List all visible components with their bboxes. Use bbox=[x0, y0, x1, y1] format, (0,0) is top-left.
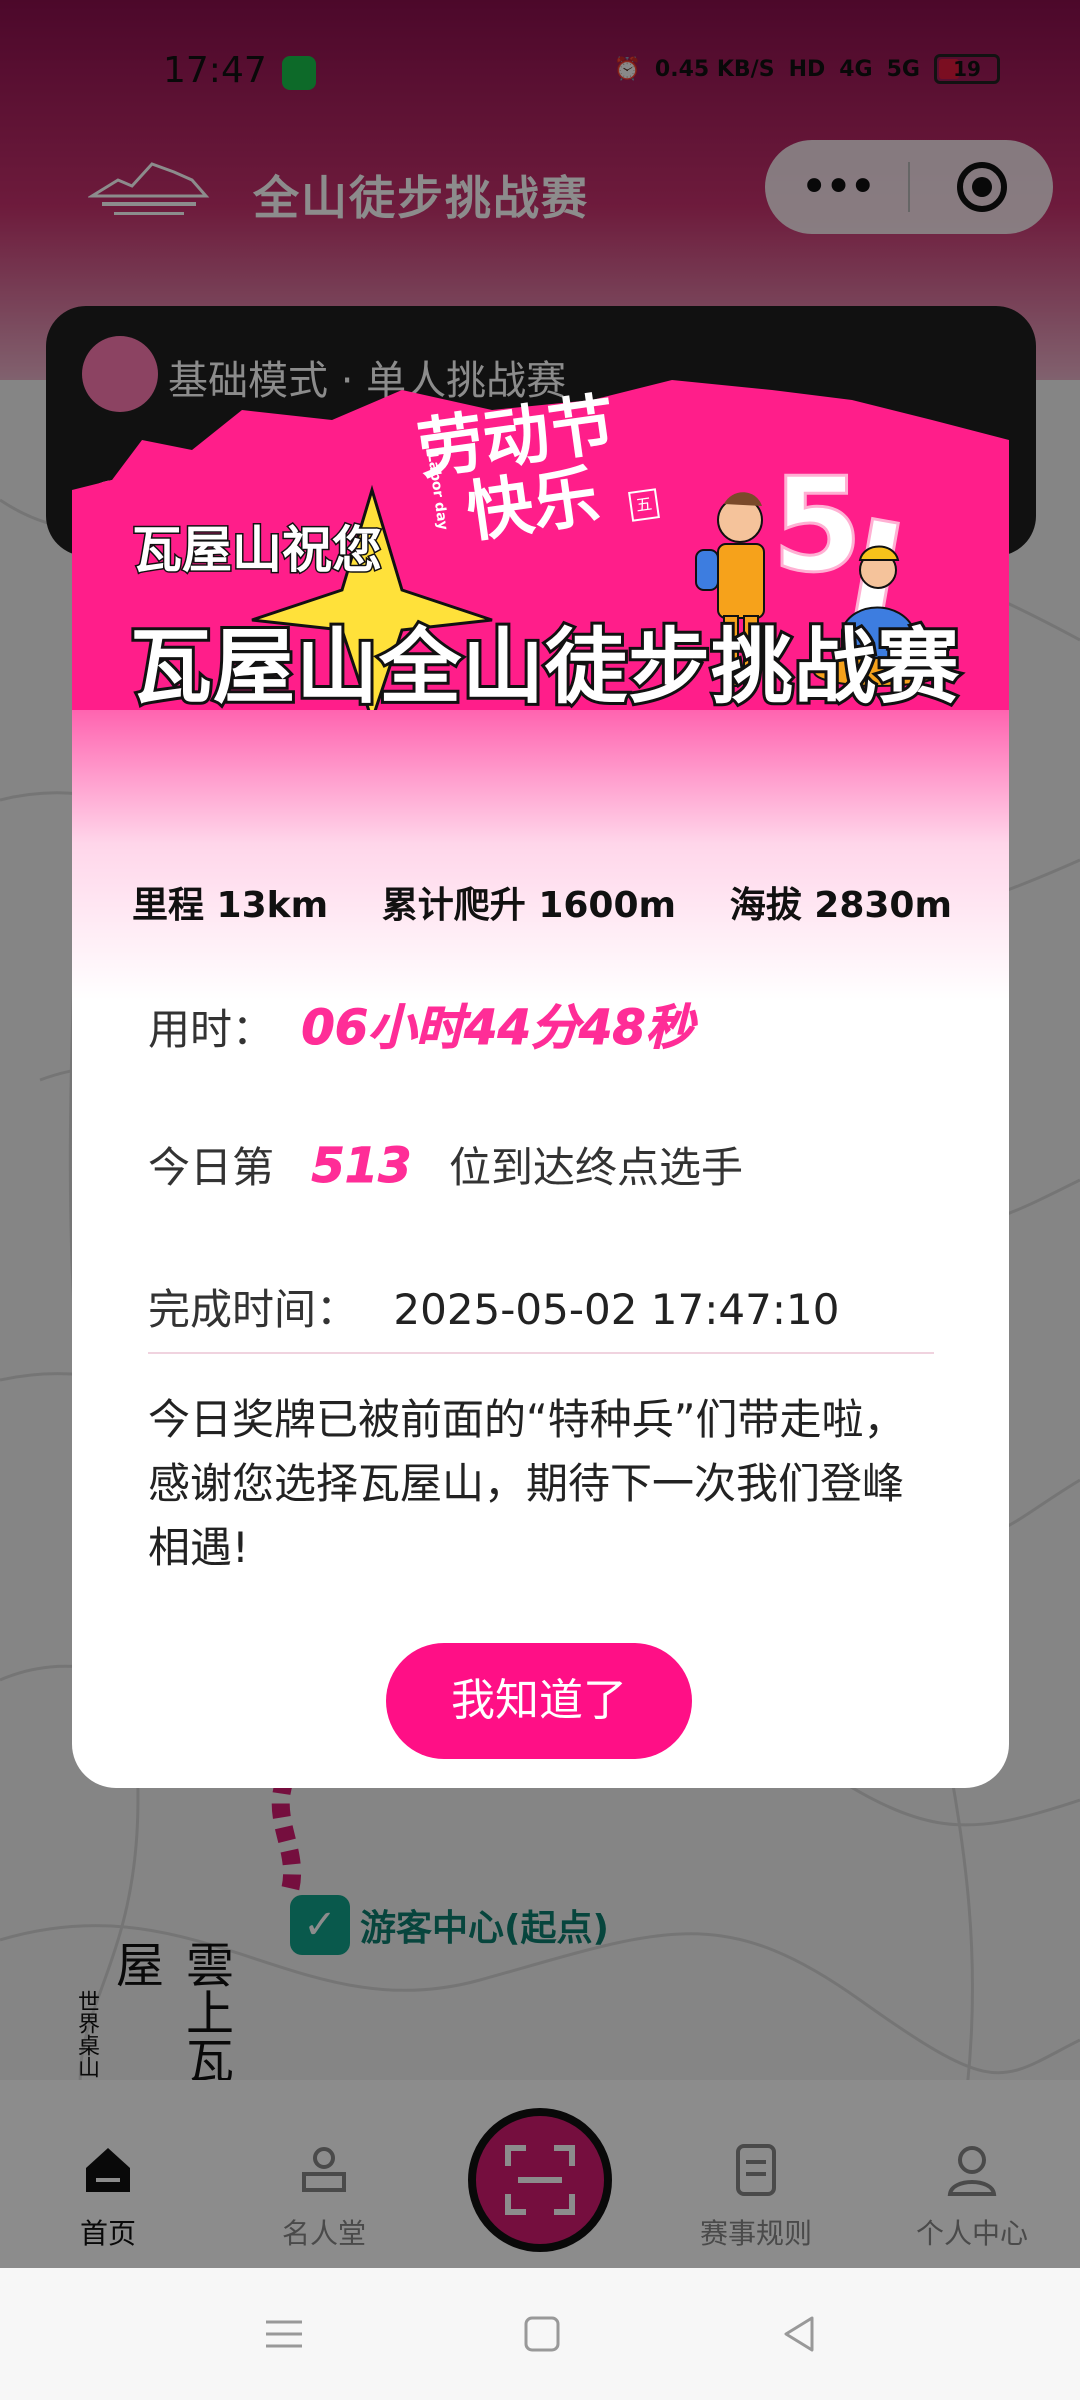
back-nav-icon[interactable] bbox=[778, 2312, 822, 2356]
rank-suffix: 位到达终点选手 bbox=[448, 1143, 743, 1192]
completion-modal: 里程 13km 累计爬升 1600m 海拔 2830m 用时： 06小时44分4… bbox=[72, 380, 1009, 1788]
duration-value: 06小时44分48秒 bbox=[301, 1000, 694, 1057]
finish-value: 2025-05-02 17:47:10 bbox=[393, 1285, 840, 1334]
stat-elevation-gain: 累计爬升 1600m bbox=[381, 885, 677, 926]
holiday-stamp: 五 bbox=[628, 488, 660, 522]
finish-time-row: 完成时间： 2025-05-02 17:47:10 bbox=[148, 1276, 839, 1337]
stat-distance: 里程 13km bbox=[132, 885, 329, 926]
system-navigation-bar bbox=[0, 2268, 1080, 2400]
holiday-banner: 5 劳动节 快乐 Labor day 五 瓦屋山祝您 瓦屋山全山徒步挑战赛 bbox=[72, 380, 1009, 718]
medal-message: 今日奖牌已被前面的“特种兵”们带走啦，感谢您选择瓦屋山，期待下一次我们登峰相遇! bbox=[148, 1395, 906, 1572]
acknowledge-button[interactable]: 我知道了 bbox=[386, 1643, 692, 1759]
rank-prefix: 今日第 bbox=[148, 1143, 275, 1192]
duration-row: 用时： 06小时44分48秒 bbox=[148, 988, 694, 1058]
duration-label: 用时： bbox=[148, 1005, 275, 1054]
finish-label: 完成时间： bbox=[148, 1285, 359, 1334]
route-stats: 里程 13km 累计爬升 1600m 海拔 2830m bbox=[132, 876, 952, 928]
event-title: 瓦屋山全山徒步挑战赛 bbox=[127, 617, 962, 718]
five-glyph: 5 bbox=[772, 449, 862, 601]
divider bbox=[148, 1352, 934, 1354]
menu-nav-icon[interactable] bbox=[262, 2312, 306, 2356]
home-nav-icon[interactable] bbox=[520, 2312, 564, 2356]
greeting-text: 瓦屋山祝您 bbox=[131, 520, 384, 581]
rank-row: 今日第 513 位到达终点选手 bbox=[148, 1134, 743, 1195]
stat-altitude: 海拔 2830m bbox=[729, 885, 952, 926]
rank-value: 513 bbox=[311, 1138, 412, 1195]
